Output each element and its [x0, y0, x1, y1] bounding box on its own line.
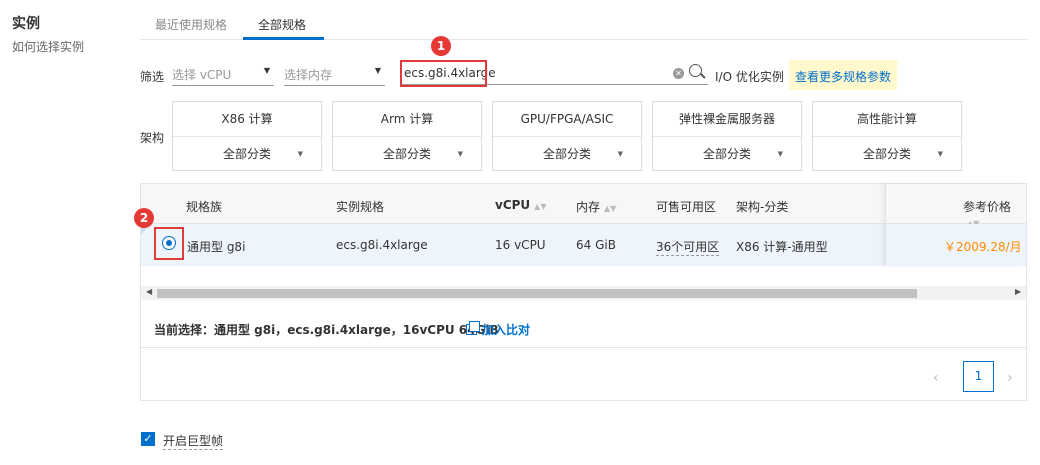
arch-subcategory-select[interactable]: 全部分类 ▼ [813, 137, 961, 172]
arch-subcategory-select[interactable]: 全部分类 ▼ [653, 137, 801, 172]
radio-highlight [154, 227, 184, 260]
prev-page-icon[interactable]: ‹ [933, 370, 939, 386]
col-family: 规格族 [186, 200, 223, 214]
architecture-label: 架构 [140, 131, 165, 145]
arch-card-arm[interactable]: Arm 计算 全部分类 ▼ [332, 101, 482, 171]
arch-card-hpc[interactable]: 高性能计算 全部分类 ▼ [812, 101, 962, 171]
arch-card-bare-metal[interactable]: 弹性裸金属服务器 全部分类 ▼ [652, 101, 802, 171]
arch-sub-label: 全部分类 [222, 147, 271, 161]
col-spec: 实例规格 [336, 200, 385, 214]
arch-name: GPU/FPGA/ASIC [493, 102, 641, 137]
spec-table: 规格族 实例规格 vCPU▲▼ 内存▲▼ 可售可用区 架构-分类 参考价格▲▼ … [140, 183, 1027, 401]
sort-icon: ▲▼ [534, 202, 547, 211]
arch-sub-label: 全部分类 [702, 147, 751, 161]
scrollbar-thumb[interactable] [157, 289, 917, 298]
arch-name: 高性能计算 [813, 102, 961, 137]
step-badge-2: 2 [134, 208, 154, 228]
jumbo-frame-label[interactable]: 开启巨型帧 [163, 432, 224, 450]
current-selection: 当前选择：通用型 g8i，ecs.g8i.4xlarge，16vCPU 64Gi… [154, 323, 499, 337]
col-memory-label: 内存 [576, 200, 601, 214]
vcpu-select[interactable]: 选择 vCPU ▼ [172, 62, 274, 86]
search-highlight [400, 60, 487, 87]
sort-icon: ▲▼ [604, 204, 617, 213]
horizontal-scrollbar[interactable]: ◀ ▶ [141, 286, 1026, 300]
arch-sub-label: 全部分类 [382, 147, 431, 161]
filter-label: 筛选 [140, 70, 165, 84]
step-badge-1: 1 [431, 36, 451, 56]
arch-sub-label: 全部分类 [542, 147, 591, 161]
col-arch: 架构-分类 [736, 200, 789, 214]
add-compare-label: 加入比对 [482, 323, 531, 337]
scroll-right-icon[interactable]: ▶ [1015, 287, 1021, 296]
tab-all[interactable]: 全部规格 [258, 16, 306, 33]
cell-family: 通用型 g8i [187, 240, 246, 254]
next-page-icon[interactable]: › [1007, 370, 1013, 386]
arch-name: X86 计算 [173, 102, 321, 137]
col-zones: 可售可用区 [656, 200, 717, 214]
col-vcpu[interactable]: vCPU ▲▼ [495, 198, 546, 212]
cell-zones[interactable]: 36个可用区 [656, 238, 720, 256]
arch-card-gpu[interactable]: GPU/FPGA/ASIC 全部分类 ▼ [492, 101, 642, 171]
arch-subcategory-select[interactable]: 全部分类 ▼ [333, 137, 481, 172]
arch-name: Arm 计算 [333, 102, 481, 137]
chevron-down-icon: ▼ [457, 150, 463, 158]
col-vcpu-label: vCPU [495, 198, 531, 212]
help-link[interactable]: 如何选择实例 [12, 38, 84, 55]
section-title: 实例 [12, 16, 40, 32]
jumbo-frame-checkbox[interactable]: ✓ [141, 432, 155, 446]
chevron-down-icon: ▼ [937, 150, 943, 158]
active-tab-indicator [243, 37, 324, 40]
chevron-down-icon: ▼ [374, 66, 381, 75]
arch-sub-label: 全部分类 [862, 147, 911, 161]
more-params-link[interactable]: 查看更多规格参数 [789, 60, 898, 90]
cell-memory: 64 GiB [576, 238, 616, 252]
clear-icon[interactable]: ✕ [673, 68, 684, 79]
scroll-left-icon[interactable]: ◀ [146, 287, 152, 296]
tab-recent[interactable]: 最近使用规格 [155, 16, 227, 33]
memory-select[interactable]: 选择内存 ▼ [284, 62, 385, 86]
chevron-down-icon: ▼ [777, 150, 783, 158]
search-icon[interactable] [689, 64, 702, 77]
divider [141, 347, 1026, 348]
spec-tabs: 最近使用规格 全部规格 [140, 8, 1027, 40]
arch-subcategory-select[interactable]: 全部分类 ▼ [173, 137, 321, 172]
compare-icon [466, 321, 480, 335]
page-number-button[interactable]: 1 [963, 361, 994, 392]
col-memory[interactable]: 内存 ▲▼ [576, 198, 616, 215]
cell-spec: ecs.g8i.4xlarge [336, 238, 428, 252]
arch-name: 弹性裸金属服务器 [653, 102, 801, 137]
arch-subcategory-select[interactable]: 全部分类 ▼ [493, 137, 641, 172]
chevron-down-icon: ▼ [297, 150, 303, 158]
chevron-down-icon: ▼ [263, 66, 270, 75]
memory-placeholder: 选择内存 [284, 68, 333, 82]
cell-vcpu: 16 vCPU [495, 238, 546, 252]
price-fixed-column [885, 184, 1026, 266]
arch-card-x86[interactable]: X86 计算 全部分类 ▼ [172, 101, 322, 171]
io-optimized-label: I/O 优化实例 [715, 70, 784, 84]
add-compare-button[interactable]: 加入比对 [466, 321, 530, 338]
cell-arch: X86 计算-通用型 [736, 240, 828, 254]
chevron-down-icon: ▼ [617, 150, 623, 158]
vcpu-placeholder: 选择 vCPU [172, 68, 232, 82]
